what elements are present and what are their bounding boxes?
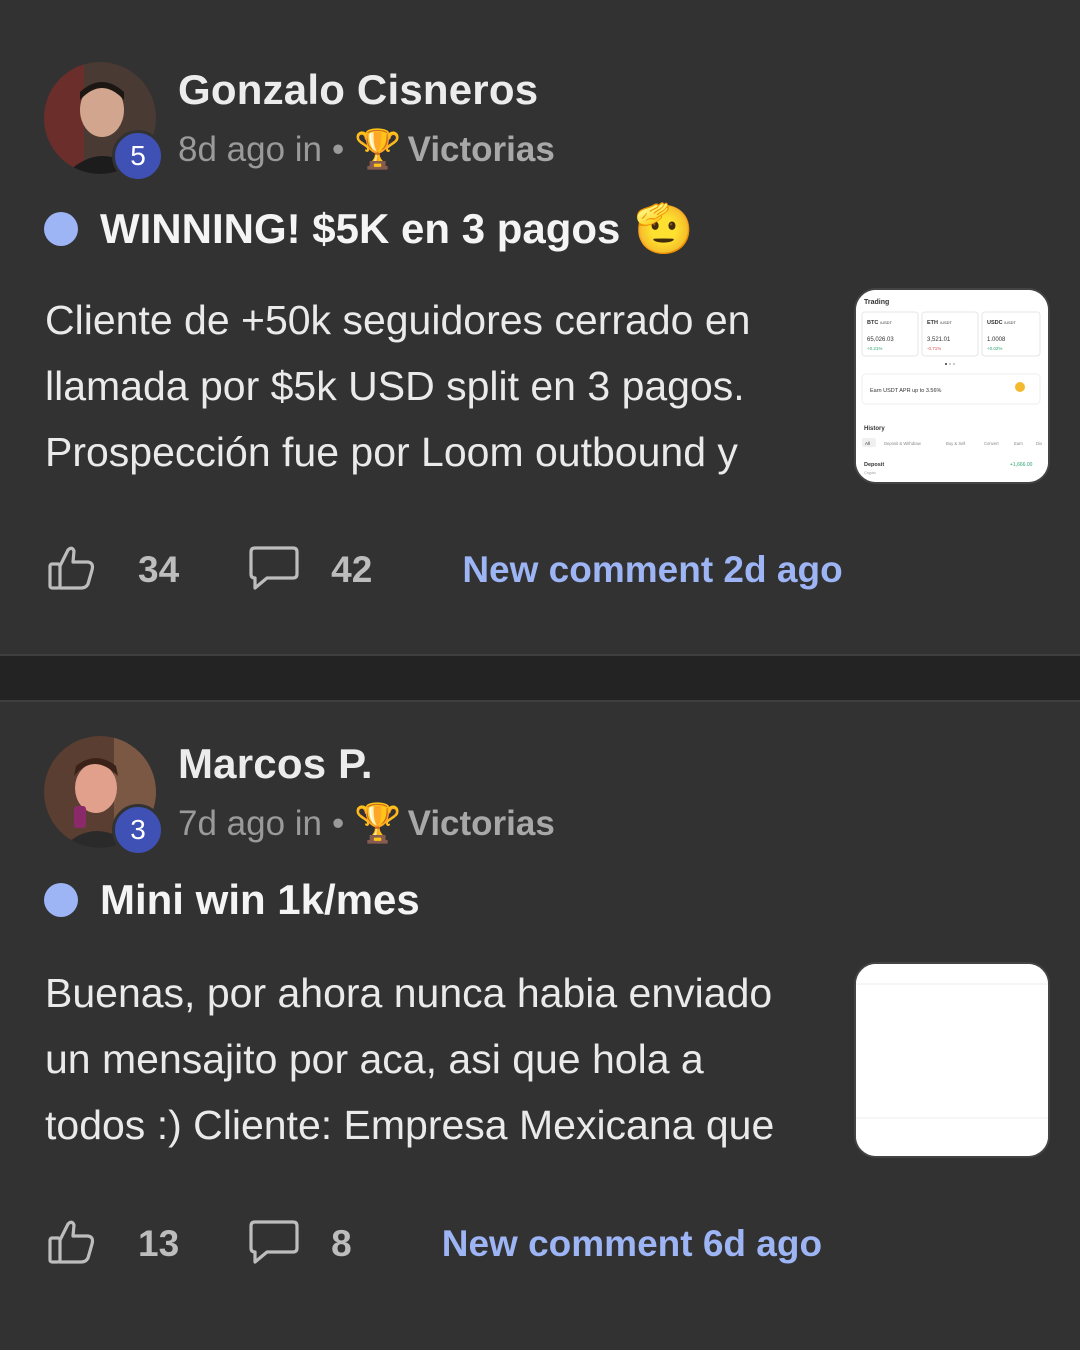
- thumb-history-tab: Deposit & Withdraw: [884, 441, 922, 446]
- thumb-pair-base: USDC: [987, 320, 1003, 326]
- post-thumbnail[interactable]: [854, 962, 1050, 1158]
- new-comment-link[interactable]: New comment 2d ago: [462, 549, 842, 591]
- post-thumbnail[interactable]: Trading BTC /USDT 65,026.03 +0.21% ETH /…: [854, 288, 1050, 484]
- new-comment-text[interactable]: New comment 2d ago: [462, 549, 842, 591]
- meta-separator: •: [332, 804, 345, 843]
- post-body[interactable]: Cliente de +50k seguidores cerrado en ll…: [45, 287, 835, 485]
- saluting-face-icon: 🫡: [634, 203, 695, 256]
- comment-count: 42: [331, 549, 373, 590]
- post-actions: 34 42 New comment 2d ago: [46, 540, 1046, 600]
- post-meta: 7d ago in • 🏆 Victorias: [178, 802, 555, 846]
- thumb-history-tab: Div: [1036, 441, 1043, 446]
- author-name[interactable]: Gonzalo Cisneros: [178, 66, 538, 114]
- like-button[interactable]: 34: [46, 542, 179, 599]
- thumb-pair-price: 3,521.01: [927, 337, 951, 343]
- post-title[interactable]: WINNING! $5K en 3 pagos: [100, 205, 620, 253]
- thumb-pair-change: -0.71%: [927, 346, 941, 351]
- thumb-pair-base: ETH: [927, 320, 938, 326]
- comment-count: 8: [331, 1223, 352, 1264]
- thumb-history-label: History: [864, 426, 885, 432]
- avatar[interactable]: 5: [44, 62, 164, 182]
- comment-button[interactable]: 8: [247, 1218, 352, 1271]
- meta-separator: •: [332, 130, 345, 169]
- thumb-deposit-amount: +1,666.00: [1010, 462, 1033, 468]
- comment-button[interactable]: 42: [247, 544, 372, 597]
- thumb-pair-change: +0.21%: [867, 346, 882, 351]
- author-name[interactable]: Marcos P.: [178, 740, 373, 788]
- comment-icon: [247, 1218, 301, 1271]
- unread-indicator: [44, 883, 78, 917]
- post-time: 7d ago in: [178, 804, 323, 843]
- thumb-history-tab: Convert: [984, 441, 999, 446]
- level-badge: 3: [112, 804, 164, 856]
- thumb-history-tab: All: [865, 441, 870, 446]
- thumb-pair-quote: /USDT: [880, 320, 893, 325]
- unread-indicator: [44, 211, 78, 246]
- trophy-icon: 🏆: [354, 803, 402, 845]
- like-count: 34: [138, 549, 180, 590]
- thumb-pair-change: +0.02%: [987, 346, 1002, 351]
- post-separator: [0, 654, 1080, 702]
- comment-icon: [247, 544, 301, 597]
- thumbs-up-icon: [46, 542, 98, 599]
- thumb-deposit-sub: Crypto: [864, 470, 877, 475]
- like-count: 13: [138, 1223, 180, 1264]
- post-body[interactable]: Buenas, por ahora nunca habia enviado un…: [45, 960, 835, 1158]
- post-title-row[interactable]: Mini win 1k/mes: [44, 876, 420, 924]
- level-badge: 5: [112, 130, 164, 182]
- post-title[interactable]: Mini win 1k/mes: [100, 876, 420, 924]
- category-link[interactable]: Victorias: [408, 804, 555, 844]
- post-title-row[interactable]: WINNING! $5K en 3 pagos 🫡: [44, 200, 694, 257]
- post-time: 8d ago in: [178, 130, 323, 169]
- thumb-pair-quote: /USDT: [940, 320, 953, 325]
- like-button[interactable]: 13: [46, 1216, 179, 1273]
- post-card[interactable]: 3 Marcos P. 7d ago in • 🏆 Victorias Mini…: [0, 702, 1080, 1350]
- category-link[interactable]: Victorias: [408, 130, 555, 170]
- thumbs-up-icon: [46, 1216, 98, 1273]
- thumb-history-tab: Earn: [1014, 441, 1024, 446]
- new-comment-text[interactable]: New comment 6d ago: [442, 1223, 822, 1265]
- post-card[interactable]: 5 Gonzalo Cisneros 8d ago in • 🏆 Victori…: [0, 0, 1080, 654]
- thumb-pair-price: 1.0008: [987, 337, 1006, 343]
- post-actions: 13 8 New comment 6d ago: [46, 1214, 1046, 1274]
- new-comment-link[interactable]: New comment 6d ago: [442, 1223, 822, 1265]
- thumb-pair-base: BTC: [867, 320, 878, 326]
- thumb-earn-text: Earn USDT APR up to 3.56%: [870, 388, 942, 394]
- avatar[interactable]: 3: [44, 736, 164, 856]
- thumb-section: Trading: [864, 299, 889, 306]
- thumb-pair-price: 65,026.03: [867, 337, 894, 343]
- thumb-history-tab: Buy & Sell: [946, 441, 965, 446]
- post-meta: 8d ago in • 🏆 Victorias: [178, 128, 555, 172]
- thumb-pair-quote: /USDT: [1004, 320, 1017, 325]
- trophy-icon: 🏆: [354, 129, 402, 171]
- thumb-deposit-label: Deposit: [864, 462, 884, 468]
